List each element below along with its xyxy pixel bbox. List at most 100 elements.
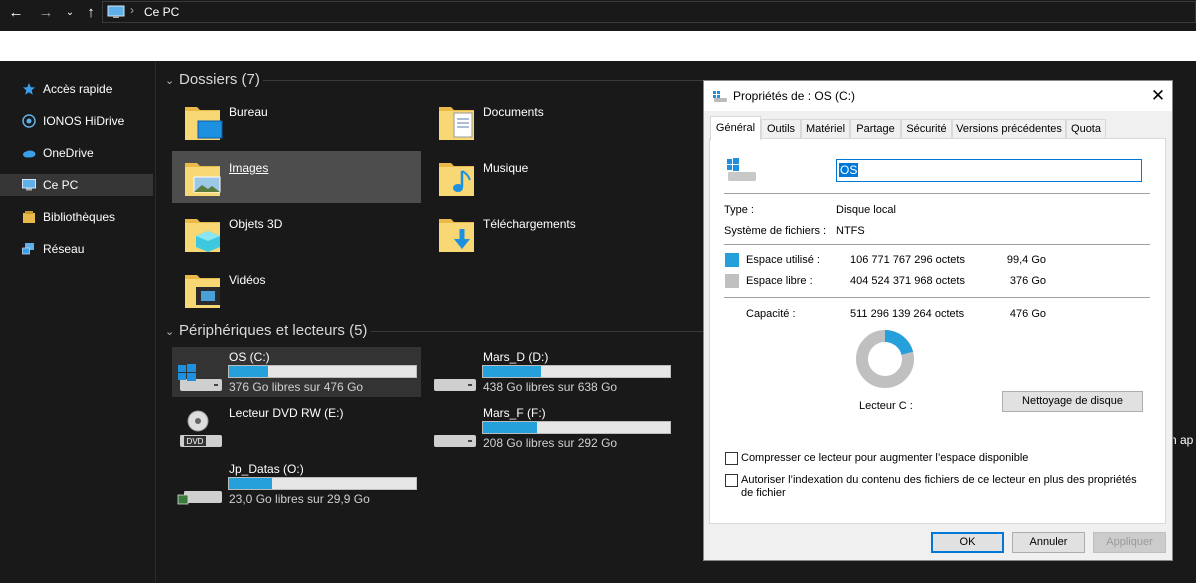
sidebar-item-onedrive[interactable]: OneDrive <box>0 142 153 164</box>
collapse-chevron-icon[interactable]: ⌄ <box>165 74 179 87</box>
used-space-swatch <box>725 253 739 267</box>
network-drive-icon <box>177 491 222 505</box>
svg-text:DVD: DVD <box>187 437 204 446</box>
drive-label: Lecteur DVD RW (E:) <box>229 406 344 420</box>
used-space-size: 99,4 Go <box>1006 254 1046 266</box>
folder-3d-objects[interactable]: Objets 3D <box>172 207 421 259</box>
disk-usage-donut <box>856 330 914 388</box>
disk-cleanup-button[interactable]: Nettoyage de disque <box>1002 391 1143 412</box>
drive-usage-fill <box>483 422 538 433</box>
drive-name-input[interactable]: OS <box>836 159 1142 182</box>
desktop-folder-icon <box>185 107 223 140</box>
breadcrumb-separator: › <box>130 3 134 17</box>
folder-label: Objets 3D <box>229 217 283 231</box>
drive-os-c[interactable]: OS (C:) 376 Go libres sur 476 Go <box>172 347 421 397</box>
up-arrow-icon[interactable]: ↑ <box>82 3 100 23</box>
drive-jp-datas-o[interactable]: Jp_Datas (O:) 23,0 Go libres sur 29,9 Go <box>172 459 421 509</box>
sidebar-item-label: OneDrive <box>43 146 94 160</box>
folder-desktop[interactable]: Bureau <box>172 95 421 147</box>
folder-label: Vidéos <box>229 273 266 287</box>
cancel-button[interactable]: Annuler <box>1012 532 1085 553</box>
sidebar-item-quick-access[interactable]: Accès rapide <box>0 78 153 100</box>
hard-drive-icon <box>434 435 476 447</box>
drive-dvd-e[interactable]: DVD Lecteur DVD RW (E:) <box>172 403 421 453</box>
music-folder-icon <box>439 163 474 196</box>
folder-label: Bureau <box>229 105 268 119</box>
type-label: Type : <box>724 204 754 216</box>
close-icon[interactable]: ✕ <box>1144 84 1172 108</box>
drive-name-value: OS <box>839 163 859 177</box>
folders-group-header[interactable]: ⌄ Dossiers (7) <box>165 71 260 88</box>
breadcrumb-location[interactable]: Ce PC <box>144 5 179 19</box>
cloud-icon <box>23 150 36 158</box>
pictures-folder-icon <box>185 163 221 196</box>
collapse-chevron-icon[interactable]: ⌄ <box>165 325 179 338</box>
group-title: Périphériques et lecteurs (5) <box>179 322 368 339</box>
index-checkbox[interactable] <box>725 474 738 487</box>
drive-mars-d[interactable]: Mars_D (D:) 438 Go libres sur 638 Go <box>426 347 675 397</box>
library-icon <box>23 211 35 223</box>
folder-documents[interactable]: Documents <box>426 95 675 147</box>
folder-label: Documents <box>483 105 544 119</box>
folder-music[interactable]: Musique <box>426 151 675 203</box>
drive-free-space: 23,0 Go libres sur 29,9 Go <box>229 492 370 506</box>
index-label: Autoriser l’indexation du contenu des fi… <box>741 474 1137 499</box>
tab-tools[interactable]: Outils <box>761 119 801 139</box>
drive-mars-f[interactable]: Mars_F (F:) 208 Go libres sur 292 Go <box>426 403 675 453</box>
tab-previous-versions[interactable]: Versions précédentes <box>952 119 1066 139</box>
3d-objects-folder-icon <box>185 219 220 252</box>
tab-hardware[interactable]: Matériel <box>801 119 850 139</box>
divider <box>724 297 1150 298</box>
sidebar-item-this-pc[interactable]: Ce PC <box>0 174 153 196</box>
filesystem-label: Système de fichiers : <box>724 225 827 237</box>
network-icon <box>22 243 34 255</box>
forward-arrow-icon[interactable]: → <box>36 3 56 23</box>
tab-security[interactable]: Sécurité <box>901 119 952 139</box>
capacity-bytes: 511 296 139 264 octets <box>850 308 965 320</box>
documents-folder-icon <box>439 107 474 140</box>
compress-checkbox[interactable] <box>725 452 738 465</box>
back-arrow-icon[interactable]: ← <box>6 3 26 23</box>
drive-usage-fill <box>483 366 541 377</box>
dialog-title-bar[interactable]: Propriétés de : OS (C:) ✕ <box>704 81 1172 111</box>
group-title: Dossiers (7) <box>179 71 260 88</box>
drive-usage-bar <box>482 365 671 378</box>
dvd-drive-icon: DVD <box>180 410 222 447</box>
drive-letter-label: Lecteur C : <box>859 400 913 412</box>
free-space-size: 376 Go <box>1009 275 1046 287</box>
divider <box>724 193 1150 194</box>
windows-drive-icon <box>713 91 727 102</box>
tab-sharing[interactable]: Partage <box>850 119 901 139</box>
drives-group-header[interactable]: ⌄ Périphériques et lecteurs (5) <box>165 322 367 339</box>
filesystem-value: NTFS <box>836 225 865 237</box>
capacity-size: 476 Go <box>1009 308 1046 320</box>
sidebar-item-label: Réseau <box>43 242 85 256</box>
drive-label: Mars_D (D:) <box>483 350 549 364</box>
tab-quota[interactable]: Quota <box>1066 119 1106 139</box>
drive-label: Jp_Datas (O:) <box>229 462 304 476</box>
drive-usage-bar <box>482 421 671 434</box>
sidebar-item-libraries[interactable]: Bibliothèques <box>0 206 153 228</box>
apply-button[interactable]: Appliquer <box>1093 532 1166 553</box>
star-icon <box>23 83 35 95</box>
drive-free-space: 376 Go libres sur 476 Go <box>229 380 364 394</box>
folder-pictures[interactable]: Images <box>172 151 421 203</box>
sidebar-item-label: Ce PC <box>43 178 79 192</box>
properties-dialog: Propriétés de : OS (C:) ✕ Général Outils… <box>703 80 1173 561</box>
tab-general[interactable]: Général <box>710 116 761 140</box>
windows-drive-icon <box>727 158 756 181</box>
navigation-pane: Accès rapide IONOS HiDrive OneDrive Ce P… <box>0 61 156 583</box>
drive-label: OS (C:) <box>229 350 270 364</box>
address-bar[interactable]: › Ce PC <box>102 1 1196 23</box>
videos-folder-icon <box>185 275 220 308</box>
folder-downloads[interactable]: Téléchargements <box>426 207 675 259</box>
drive-usage-fill <box>229 366 269 377</box>
folder-videos[interactable]: Vidéos <box>172 263 421 315</box>
drive-free-space: 208 Go libres sur 292 Go <box>483 436 618 450</box>
sidebar-item-hidrive[interactable]: IONOS HiDrive <box>0 110 153 132</box>
sidebar-item-network[interactable]: Réseau <box>0 238 153 260</box>
recent-locations-chevron-icon[interactable]: ⌄ <box>63 3 77 23</box>
used-space-bytes: 106 771 767 296 octets <box>850 254 965 266</box>
ok-button[interactable]: OK <box>931 532 1004 553</box>
compress-label: Compresser ce lecteur pour augmenter l’e… <box>741 452 1029 464</box>
